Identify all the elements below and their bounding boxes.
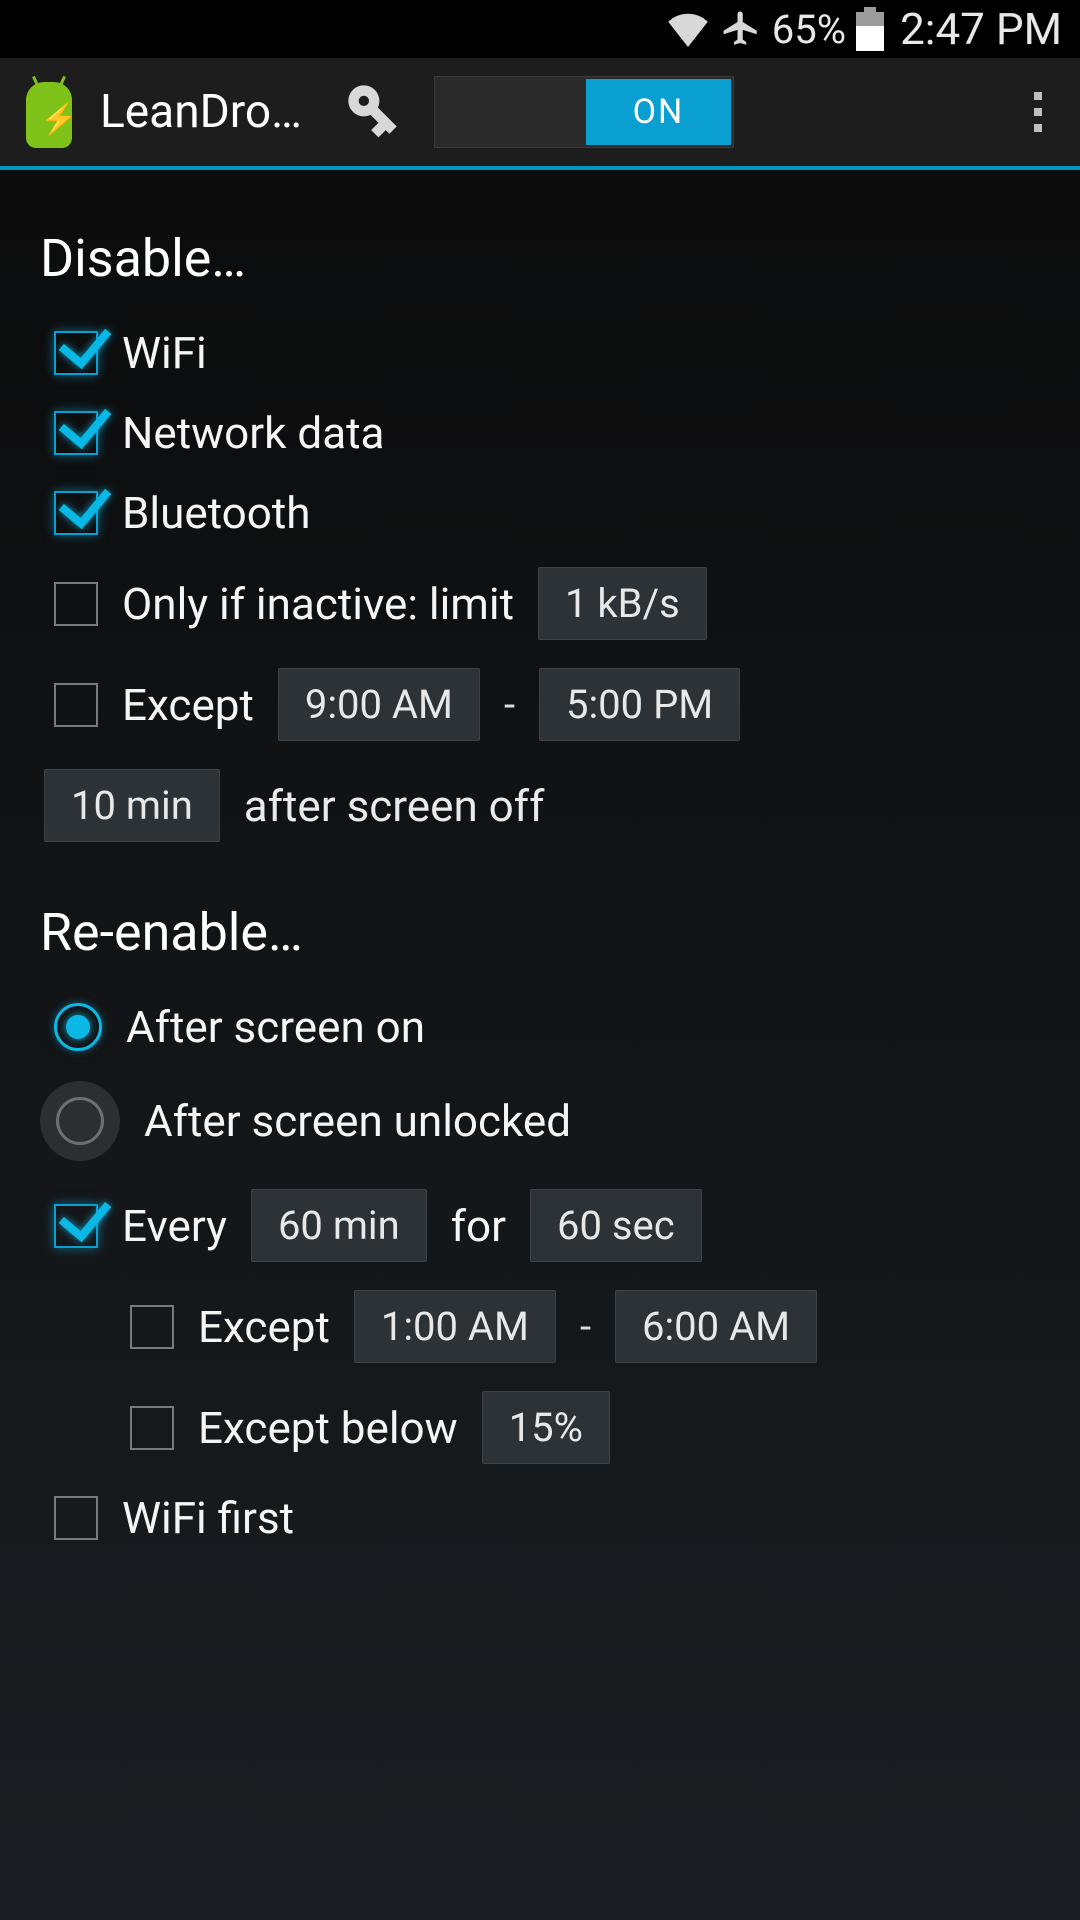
- row-bluetooth[interactable]: Bluetooth: [40, 473, 1040, 553]
- row-every[interactable]: Every 60 min for 60 sec: [40, 1175, 1040, 1276]
- action-bar: ⚡ LeanDro… ON: [0, 58, 1080, 170]
- checkbox-every[interactable]: [54, 1204, 98, 1248]
- every-interval-button[interactable]: 60 min: [251, 1189, 427, 1262]
- clock: 2:47 PM: [900, 3, 1062, 55]
- label-for: for: [451, 1200, 506, 1252]
- checkbox-only-if-inactive[interactable]: [54, 582, 98, 626]
- row-except-below[interactable]: Except below 15%: [40, 1377, 1040, 1478]
- row-wifi-first[interactable]: WiFi first: [40, 1478, 1040, 1558]
- dash: -: [504, 681, 515, 728]
- checkbox-network-data[interactable]: [54, 411, 98, 455]
- reenable-except-from-button[interactable]: 1:00 AM: [354, 1290, 556, 1363]
- after-label: after screen off: [244, 780, 545, 832]
- dash: -: [580, 1303, 591, 1350]
- status-bar: 65% 2:47 PM: [0, 0, 1080, 58]
- label-after-unlocked: After screen unlocked: [144, 1095, 571, 1147]
- reenable-except-to-button[interactable]: 6:00 AM: [615, 1290, 817, 1363]
- label-wifi: WiFi: [122, 327, 207, 379]
- app-icon: ⚡: [18, 76, 80, 148]
- label-after-screen-on: After screen on: [126, 1001, 425, 1053]
- inactive-limit-button[interactable]: 1 kB/s: [538, 567, 707, 640]
- checkbox-bluetooth[interactable]: [54, 491, 98, 535]
- disable-except-from-button[interactable]: 9:00 AM: [278, 668, 480, 741]
- label-every: Every: [122, 1200, 227, 1252]
- airplane-icon: [720, 8, 762, 50]
- except-below-button[interactable]: 15%: [482, 1391, 610, 1464]
- overflow-menu-icon[interactable]: [1014, 87, 1062, 137]
- label-reenable-except: Except: [198, 1301, 330, 1353]
- battery-percent: 65%: [772, 6, 846, 53]
- master-toggle[interactable]: ON: [434, 76, 734, 148]
- label-bluetooth: Bluetooth: [122, 487, 310, 539]
- row-reenable-except[interactable]: Except 1:00 AM - 6:00 AM: [40, 1276, 1040, 1377]
- row-disable-except[interactable]: Except 9:00 AM - 5:00 PM: [40, 654, 1040, 755]
- battery-icon: [856, 7, 884, 51]
- checkbox-disable-except[interactable]: [54, 683, 98, 727]
- label-wifi-first: WiFi first: [122, 1492, 294, 1544]
- every-duration-button[interactable]: 60 sec: [530, 1189, 702, 1262]
- radio-ripple: [40, 1081, 120, 1161]
- checkbox-except-below[interactable]: [130, 1406, 174, 1450]
- toggle-on-label: ON: [586, 79, 731, 145]
- radio-after-screen-on[interactable]: [54, 1003, 102, 1051]
- row-after-screen-on[interactable]: After screen on: [40, 987, 1040, 1067]
- disable-except-to-button[interactable]: 5:00 PM: [539, 668, 740, 741]
- label-only-if-inactive: Only if inactive: limit: [122, 578, 514, 630]
- after-delay-button[interactable]: 10 min: [44, 769, 220, 842]
- row-network-data[interactable]: Network data: [40, 393, 1040, 473]
- row-only-if-inactive[interactable]: Only if inactive: limit 1 kB/s: [40, 553, 1040, 654]
- checkbox-wifi-first[interactable]: [54, 1496, 98, 1540]
- content: Disable… WiFi Network data Bluetooth Onl…: [0, 170, 1080, 1596]
- row-wifi[interactable]: WiFi: [40, 313, 1040, 393]
- reenable-section-title: Re-enable…: [40, 902, 1040, 963]
- wifi-icon: [666, 11, 710, 47]
- label-network-data: Network data: [122, 407, 384, 459]
- radio-after-unlocked[interactable]: [56, 1097, 104, 1145]
- disable-section-title: Disable…: [40, 228, 1040, 289]
- key-icon[interactable]: [342, 79, 404, 145]
- row-after-screen-off: 10 min after screen off: [40, 755, 1040, 856]
- label-disable-except: Except: [122, 679, 254, 731]
- checkbox-wifi[interactable]: [54, 331, 98, 375]
- checkbox-reenable-except[interactable]: [130, 1305, 174, 1349]
- app-title: LeanDro…: [100, 85, 302, 139]
- row-after-unlocked[interactable]: After screen unlocked: [40, 1067, 1040, 1175]
- label-except-below: Except below: [198, 1402, 458, 1454]
